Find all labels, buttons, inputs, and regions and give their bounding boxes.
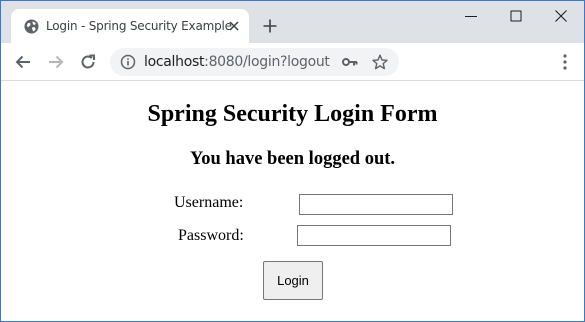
tab-title: Login - Spring Security Example — [46, 19, 232, 33]
password-input[interactable] — [297, 225, 451, 246]
forward-arrow-icon[interactable] — [47, 53, 65, 71]
address-bar[interactable]: localhost:8080/login?logout — [110, 48, 399, 76]
username-input[interactable] — [299, 194, 453, 215]
url-text: localhost:8080/login?logout — [144, 54, 330, 70]
info-icon[interactable] — [120, 54, 136, 70]
url-path: :8080/login?logout — [204, 54, 330, 70]
tab-close-icon[interactable] — [228, 20, 240, 32]
page-content: Spring Security Login Form You have been… — [1, 82, 584, 321]
reload-icon[interactable] — [79, 53, 97, 71]
browser-toolbar: localhost:8080/login?logout — [1, 43, 584, 81]
new-tab-plus-icon[interactable] — [263, 19, 277, 33]
page-title: Spring Security Login Form — [147, 101, 438, 127]
back-arrow-icon[interactable] — [14, 53, 32, 71]
key-icon[interactable] — [342, 55, 358, 69]
tab-strip: Login - Spring Security Example — [1, 1, 584, 43]
username-label: Username: — [174, 194, 244, 211]
url-host: localhost — [144, 54, 205, 70]
close-icon[interactable] — [554, 9, 568, 23]
bookmark-star-icon[interactable] — [372, 54, 388, 70]
browser-window: Login - Spring Security Example localhos… — [0, 0, 585, 322]
minimize-icon[interactable] — [464, 9, 478, 23]
globe-icon — [24, 19, 39, 34]
login-button[interactable]: Login — [263, 261, 323, 300]
password-label: Password: — [178, 227, 244, 244]
logout-message: You have been logged out. — [189, 149, 396, 169]
kebab-menu-icon[interactable] — [557, 53, 573, 71]
maximize-icon[interactable] — [509, 9, 523, 23]
tab-login[interactable]: Login - Spring Security Example — [11, 9, 249, 43]
